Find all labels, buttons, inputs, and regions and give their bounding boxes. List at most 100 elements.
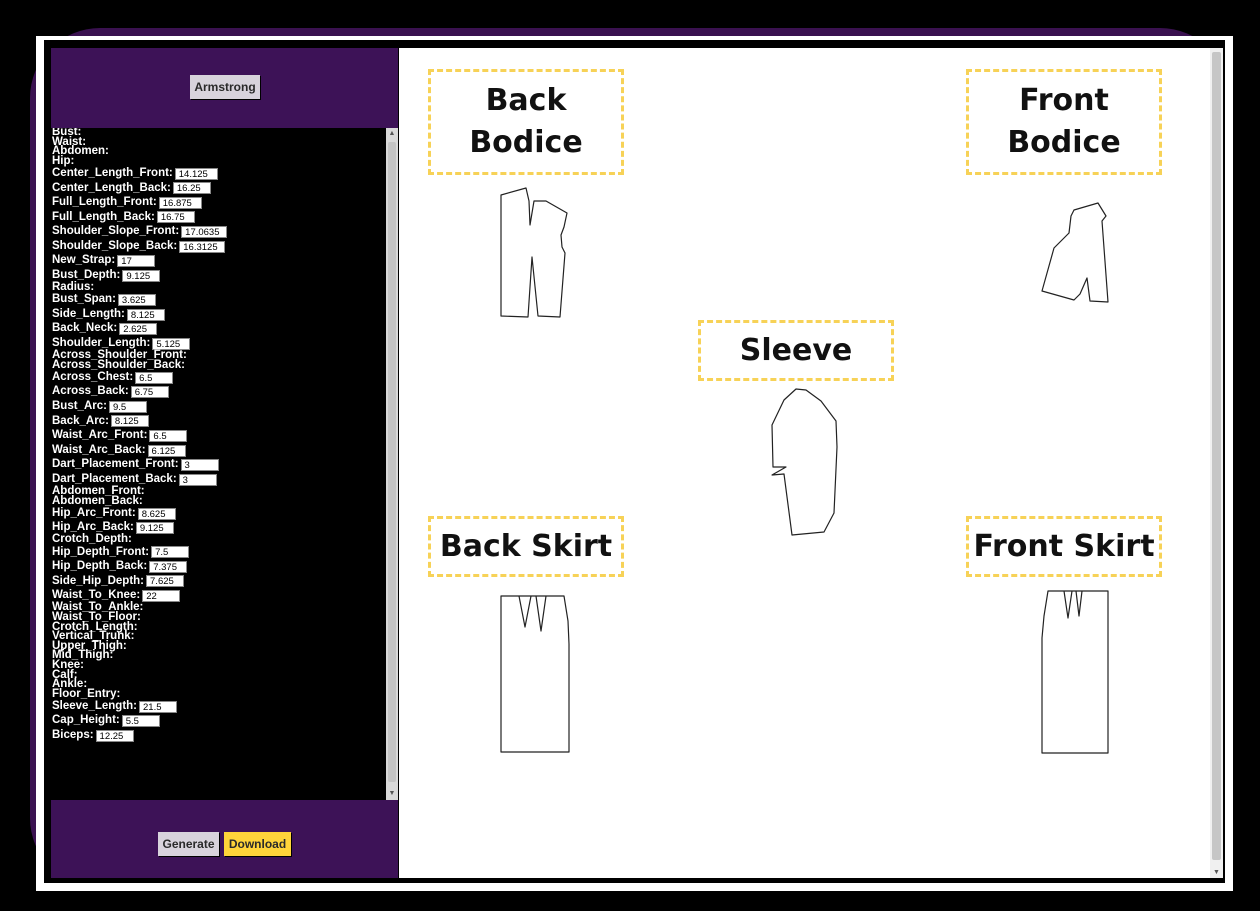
measurement-row: Dart_Placement_Front: 3 xyxy=(52,458,385,473)
measurement-row: Crotch_Depth: xyxy=(52,533,385,546)
measurement-label: Shoulder_Slope_Back: xyxy=(52,239,178,252)
front-skirt-piece[interactable] xyxy=(1034,588,1114,763)
measurement-label: Back_Neck: xyxy=(52,322,118,335)
measurement-row: Waist_Arc_Front: 6.5 xyxy=(52,429,385,444)
back-skirt-label: Back Skirt xyxy=(428,516,624,577)
measurement-input[interactable]: 2.625 xyxy=(119,323,158,336)
generate-button[interactable]: Generate xyxy=(158,832,219,856)
sleeve-piece[interactable] xyxy=(764,385,844,540)
measurement-input[interactable]: 8.625 xyxy=(137,507,176,520)
measurement-input[interactable]: 14.125 xyxy=(174,167,218,180)
measurements-scrollbar[interactable]: ▲ ▼ xyxy=(386,128,398,800)
measurement-label: Floor_Entry: xyxy=(52,687,121,700)
measurement-row: Radius: xyxy=(52,282,385,293)
measurement-row: Side_Length: 8.125 xyxy=(52,307,385,322)
sidebar-header: Armstrong xyxy=(51,48,398,128)
measurement-input[interactable]: 6.5 xyxy=(135,371,174,384)
measurement-row: Hip_Depth_Front: 7.5 xyxy=(52,545,385,560)
measurement-input[interactable]: 7.625 xyxy=(146,575,185,588)
armstrong-button[interactable]: Armstrong xyxy=(190,75,260,99)
back-skirt-piece[interactable] xyxy=(494,593,574,758)
measurement-label: Center_Length_Front: xyxy=(52,166,173,179)
measurement-input[interactable]: 7.5 xyxy=(151,546,190,559)
canvas-scrollbar[interactable]: ▼ xyxy=(1210,48,1223,878)
measurement-label: Back_Arc: xyxy=(52,414,109,427)
canvas-scroll-down-icon[interactable]: ▼ xyxy=(1210,869,1223,876)
measurement-input[interactable]: 7.375 xyxy=(149,560,188,573)
measurement-input[interactable]: 9.125 xyxy=(122,269,161,282)
measurement-input[interactable]: 3 xyxy=(178,473,217,486)
measurement-row: Mid_Thigh: xyxy=(52,650,385,661)
measurements-list[interactable]: Bust: Waist: Abdomen: Hip: Center_Length_Fro… xyxy=(51,128,398,800)
front-bodice-piece[interactable] xyxy=(1034,198,1124,313)
measurement-input[interactable]: 16.25 xyxy=(172,182,211,195)
scroll-up-arrow-icon[interactable]: ▲ xyxy=(386,128,398,140)
measurement-row: Across_Back: 6.75 xyxy=(52,385,385,400)
measurement-input[interactable]: 8.125 xyxy=(110,415,149,428)
canvas-scrollbar-thumb[interactable] xyxy=(1212,52,1221,860)
measurement-input[interactable]: 22 xyxy=(142,590,181,603)
measurement-row: Hip_Depth_Back: 7.375 xyxy=(52,560,385,575)
measurement-row: Bust_Arc: 9.5 xyxy=(52,399,385,414)
measurement-row: Sleeve_Length: 21.5 xyxy=(52,699,385,714)
measurement-label: Side_Length: xyxy=(52,307,125,320)
measurement-label: Full_Length_Front: xyxy=(52,196,157,209)
measurement-input[interactable]: 9.5 xyxy=(108,400,147,413)
measurement-row: Full_Length_Back: 16.75 xyxy=(52,210,385,225)
measurement-label: Biceps: xyxy=(52,729,94,742)
measurement-row: Across_Shoulder_Back: xyxy=(52,359,385,371)
measurement-label: Crotch_Depth: xyxy=(52,533,132,546)
measurement-row: Shoulder_Slope_Front: 17.0635 xyxy=(52,225,385,240)
download-button[interactable]: Download xyxy=(224,832,291,856)
measurement-label: Sleeve_Length: xyxy=(52,699,137,712)
measurement-label: Hip_Arc_Front: xyxy=(52,506,136,519)
measurement-label: Hip_Depth_Back: xyxy=(52,560,148,573)
measurement-input[interactable]: 16.875 xyxy=(158,196,202,209)
sidebar: Armstrong Bust: Waist: Abdomen: Hip: Center_… xyxy=(51,48,398,878)
measurement-input[interactable]: 9.125 xyxy=(135,522,174,535)
measurement-label: Full_Length_Back: xyxy=(52,210,155,223)
sleeve-label: Sleeve xyxy=(698,320,894,381)
back-bodice-piece[interactable] xyxy=(494,183,574,323)
back-bodice-label: Back Bodice xyxy=(428,69,624,175)
measurement-label: Hip_Arc_Back: xyxy=(52,521,134,534)
measurement-input[interactable]: 3.625 xyxy=(117,294,156,307)
measurement-input[interactable]: 21.5 xyxy=(139,700,177,713)
measurement-input[interactable]: 16.75 xyxy=(156,211,195,224)
measurement-label: Bust_Depth: xyxy=(52,269,121,282)
measurement-row: Bust_Depth: 9.125 xyxy=(52,269,385,284)
front-bodice-label: Front Bodice xyxy=(966,69,1162,175)
measurement-label: Side_Hip_Depth: xyxy=(52,574,145,587)
measurement-input[interactable]: 16.3125 xyxy=(179,240,226,253)
measurement-input[interactable]: 17 xyxy=(117,255,156,268)
measurement-label: Across_Back: xyxy=(52,385,129,398)
measurement-label: Dart_Placement_Back: xyxy=(52,472,177,485)
measurement-input[interactable]: 12.25 xyxy=(95,729,134,742)
measurement-input[interactable]: 6.75 xyxy=(130,386,169,399)
measurement-row: Shoulder_Slope_Back: 16.3125 xyxy=(52,239,385,254)
measurement-row: Back_Arc: 8.125 xyxy=(52,414,385,429)
measurement-input[interactable]: 5.125 xyxy=(152,337,191,350)
measurement-row: Abdomen: xyxy=(52,146,385,157)
measurement-label: Bust_Arc: xyxy=(52,400,107,413)
scroll-down-arrow-icon[interactable]: ▼ xyxy=(386,788,398,800)
measurement-label: Abdomen_Back: xyxy=(52,494,143,507)
measurement-input[interactable]: 6.125 xyxy=(147,444,186,457)
measurement-row: Abdomen_Back: xyxy=(52,494,385,507)
pattern-canvas[interactable]: Back Bodice Front Bodice Sleeve Back Ski… xyxy=(399,48,1210,878)
measurement-row: Center_Length_Back: 16.25 xyxy=(52,181,385,196)
measurement-label: Waist_Arc_Front: xyxy=(52,429,148,442)
measurement-label: Waist_Arc_Back: xyxy=(52,443,146,456)
measurement-label: Bust_Span: xyxy=(52,293,116,306)
measurement-input[interactable]: 5.5 xyxy=(121,715,160,728)
measurement-label: New_Strap: xyxy=(52,254,116,267)
measurement-row: Cap_Height: 5.5 xyxy=(52,714,385,729)
measurement-input[interactable]: 6.5 xyxy=(149,429,188,442)
measurement-input[interactable]: 17.0635 xyxy=(181,226,228,239)
measurement-label: Hip_Depth_Front: xyxy=(52,545,150,558)
measurement-input[interactable]: 3 xyxy=(180,459,219,472)
scrollbar-thumb[interactable] xyxy=(388,142,396,782)
measurement-input[interactable]: 8.125 xyxy=(126,308,165,321)
measurement-row: Full_Length_Front: 16.875 xyxy=(52,196,385,211)
measurement-row: Center_Length_Front: 14.125 xyxy=(52,166,385,181)
